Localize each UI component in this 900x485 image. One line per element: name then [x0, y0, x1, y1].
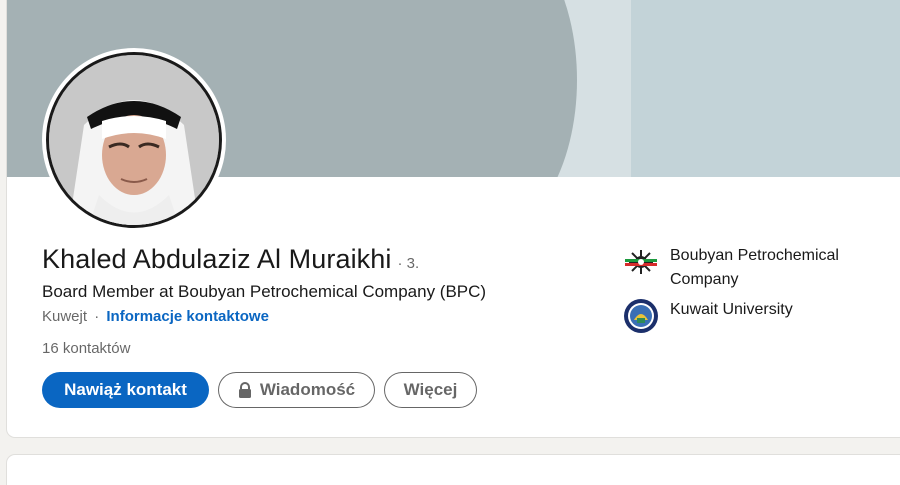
- profile-name: Khaled Abdulaziz Al Muraikhi: [42, 244, 392, 274]
- avatar[interactable]: [42, 48, 226, 232]
- next-section-card: [7, 455, 900, 485]
- more-button[interactable]: Więcej: [384, 372, 477, 408]
- contact-info-link[interactable]: Informacje kontaktowe: [106, 308, 269, 325]
- kuwait-university-logo-icon: [624, 299, 658, 333]
- message-button[interactable]: Wiadomość: [218, 372, 375, 408]
- connections-count[interactable]: 16 kontaktów: [42, 340, 130, 357]
- org-item-kuwait-university[interactable]: Kuwait University: [623, 298, 883, 334]
- profile-photo: [49, 55, 219, 225]
- message-button-label: Wiadomość: [259, 380, 356, 399]
- connect-button[interactable]: Nawiąż kontakt: [42, 372, 209, 408]
- profile-card: Khaled Abdulaziz Al Muraikhi · 3. Board …: [7, 0, 900, 437]
- org-name-boubyan: Boubyan Petrochemical Company: [670, 247, 839, 288]
- profile-location: Kuwejt: [42, 308, 88, 325]
- org-name-kuwait-university: Kuwait University: [670, 301, 793, 318]
- boubyan-logo-icon: [625, 250, 657, 274]
- connections-number: 16: [42, 340, 59, 357]
- more-button-label: Więcej: [403, 380, 458, 399]
- lock-icon: [238, 382, 251, 398]
- org-item-boubyan[interactable]: Boubyan Petrochemical Company: [623, 244, 883, 292]
- connect-button-label: Nawiąż kontakt: [64, 380, 187, 399]
- connection-degree: · 3.: [397, 255, 420, 272]
- connections-label: kontaktów: [62, 340, 131, 357]
- profile-headline: Board Member at Boubyan Petrochemical Co…: [42, 282, 487, 301]
- separator: ·: [94, 308, 100, 325]
